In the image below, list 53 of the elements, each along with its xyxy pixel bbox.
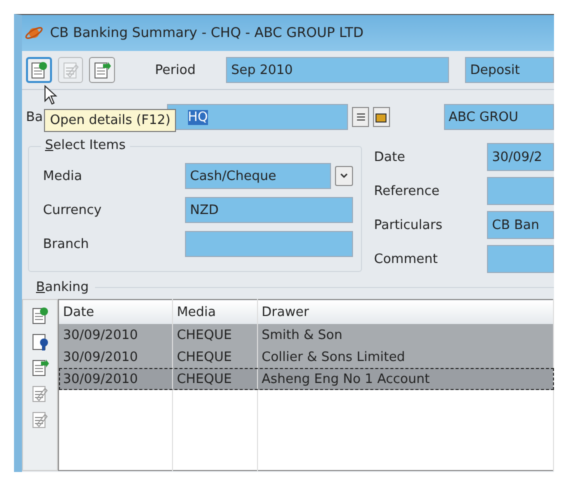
table-cell: 30/09/2010 [58, 368, 172, 390]
period-field[interactable]: Sep 2010 [226, 57, 450, 83]
table-cell: Collier & Sons Limited [257, 346, 554, 368]
table-cell: Asheng Eng No 1 Account [257, 368, 554, 390]
table-row[interactable]: 30/09/2010 CHEQUE Asheng Eng No 1 Account [58, 368, 554, 390]
dropdown-button[interactable] [335, 166, 353, 186]
document-icon[interactable] [30, 306, 50, 326]
table-row[interactable]: 30/09/2010 CHEQUE Smith & Son [58, 324, 554, 346]
field-label: Comment [374, 252, 439, 266]
table-row[interactable]: 30/09/2010 CHEQUE Collier & Sons Limited [58, 346, 554, 368]
media-dropdown[interactable]: Cash/Cheque [185, 163, 331, 189]
input-field[interactable]: CB Ban [487, 211, 554, 239]
input-field[interactable]: NZD [185, 197, 353, 223]
input-field[interactable]: 30/09/2 [487, 143, 554, 171]
field-label: Date [374, 150, 406, 164]
document-icon[interactable] [30, 358, 50, 378]
tooltip: Open details (F12) [44, 109, 176, 132]
field-label: Branch [43, 236, 90, 252]
bank-label: Ba [25, 110, 43, 124]
document-icon [92, 60, 112, 80]
table-cell: 30/09/2010 [58, 346, 172, 368]
table-cell: CHEQUE [172, 368, 258, 390]
column-header[interactable]: Media [172, 300, 258, 324]
list-icon[interactable] [352, 107, 370, 127]
input-field[interactable] [487, 177, 554, 205]
document-icon[interactable] [30, 410, 50, 430]
document-icon [60, 60, 81, 80]
group-title: Select Items [41, 138, 130, 153]
window-title: CB Banking Summary - CHQ - ABC GROUP LTD [50, 25, 364, 41]
type-field[interactable]: Deposit [465, 57, 554, 83]
field-label: Media [43, 168, 84, 184]
table-cell: Smith & Son [257, 324, 554, 346]
document-icon [28, 60, 49, 80]
toolbar-button[interactable] [26, 57, 52, 83]
input-field[interactable] [185, 231, 353, 257]
table-cell: CHEQUE [172, 346, 258, 368]
table-cell: CHEQUE [172, 324, 258, 346]
column-header[interactable]: Date [58, 300, 172, 324]
document-icon[interactable] [30, 384, 50, 404]
period-label: Period [155, 62, 197, 78]
column-header[interactable]: Drawer [257, 300, 554, 324]
bank-name-field[interactable]: ABC GROU [444, 104, 554, 130]
chevron-icon [340, 173, 348, 179]
folder-icon[interactable] [373, 107, 390, 127]
table-cell: 30/09/2010 [58, 324, 172, 346]
cursor-icon [44, 85, 58, 105]
input-field[interactable] [487, 245, 554, 273]
toolbar-button[interactable] [89, 57, 116, 83]
field-label: Currency [43, 202, 103, 218]
section-title: Banking [36, 280, 89, 295]
planet-icon [24, 24, 44, 42]
field-label: Particulars [374, 218, 444, 232]
field-label: Reference [374, 184, 440, 198]
